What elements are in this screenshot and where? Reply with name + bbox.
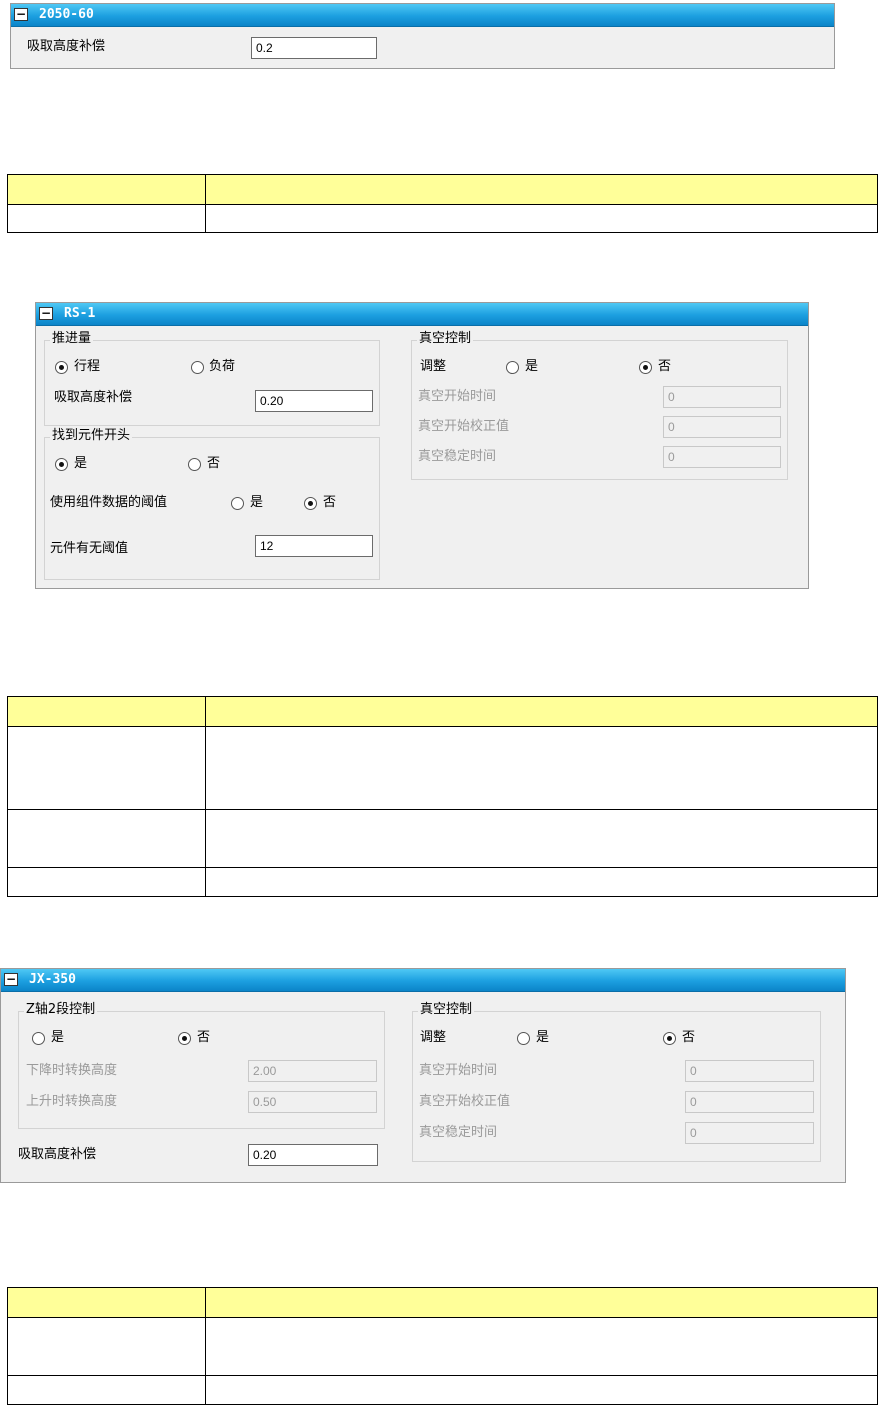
pickup-height-label: 吸取高度补偿 [18, 1147, 97, 1162]
table-cell [7, 174, 206, 205]
threshold-label: 使用组件数据的阈值 [50, 495, 168, 510]
radio-find-yes[interactable] [55, 458, 68, 471]
radio-threshold-yes[interactable] [231, 497, 244, 510]
table-cell [205, 204, 878, 233]
panel-2050-60: − 2050-60 吸取高度补偿 0.2 [10, 3, 835, 69]
vacuum-control-legend: 真空控制 [417, 331, 474, 347]
table-cell [7, 1287, 206, 1318]
collapse-icon[interactable]: − [4, 973, 18, 986]
find-head-legend: 找到元件开头 [50, 428, 133, 444]
radio-stroke[interactable] [55, 361, 68, 374]
vacuum-start-time-input: 0 [663, 386, 781, 408]
table-row [7, 204, 878, 233]
vacuum-stable-time-input: 0 [685, 1122, 814, 1144]
table-cell [205, 809, 878, 868]
radio-vacuum-no-label: 否 [658, 359, 672, 374]
vacuum-start-time-input: 0 [685, 1060, 814, 1082]
radio-z-yes-label: 是 [51, 1030, 65, 1045]
vacuum-start-time-label: 真空开始时间 [418, 389, 497, 404]
table-cell [7, 1375, 206, 1405]
radio-z-no[interactable] [178, 1032, 191, 1045]
presence-threshold-input[interactable]: 12 [255, 535, 373, 557]
radio-vacuum-yes[interactable] [517, 1032, 530, 1045]
table-cell [205, 726, 878, 810]
table-row [7, 726, 878, 810]
pickup-height-input[interactable]: 0.20 [248, 1144, 378, 1166]
radio-stroke-label: 行程 [74, 359, 101, 374]
vacuum-start-time-label: 真空开始时间 [419, 1063, 498, 1078]
radio-load[interactable] [191, 361, 204, 374]
doc-table-1 [7, 174, 878, 233]
panel-title-bar: − RS-1 [36, 303, 808, 326]
radio-vacuum-no[interactable] [639, 361, 652, 374]
table-cell [205, 867, 878, 897]
table-header-row [7, 696, 878, 727]
radio-threshold-no[interactable] [304, 497, 317, 510]
panel-title: JX-350 [29, 972, 76, 987]
panel-title: 2050-60 [39, 7, 94, 22]
table-row [7, 809, 878, 868]
doc-table-3 [7, 1287, 878, 1405]
z-axis-legend: Z轴2段控制 [24, 1002, 98, 1018]
vacuum-start-correction-label: 真空开始校正值 [418, 419, 510, 434]
doc-table-2 [7, 696, 878, 897]
table-cell [205, 1317, 878, 1376]
pickup-height-input[interactable]: 0.2 [251, 37, 377, 59]
push-amount-legend: 推进量 [50, 331, 94, 347]
radio-vacuum-yes-label: 是 [525, 359, 539, 374]
table-cell [7, 696, 206, 727]
table-header-row [7, 174, 878, 205]
panel-title: RS-1 [64, 306, 96, 321]
radio-threshold-yes-label: 是 [250, 495, 264, 510]
radio-z-no-label: 否 [197, 1030, 211, 1045]
table-cell [205, 174, 878, 205]
pickup-height-label: 吸取高度补偿 [27, 39, 106, 54]
collapse-icon[interactable]: − [14, 8, 28, 21]
vacuum-adjust-label: 调整 [420, 359, 447, 374]
table-header-row [7, 1287, 878, 1318]
vacuum-stable-time-label: 真空稳定时间 [419, 1125, 498, 1140]
vacuum-stable-time-label: 真空稳定时间 [418, 449, 497, 464]
down-height-input: 2.00 [248, 1060, 377, 1082]
up-height-input: 0.50 [248, 1091, 377, 1113]
table-cell [7, 867, 206, 897]
vacuum-start-correction-label: 真空开始校正值 [419, 1094, 511, 1109]
panel-title-bar: − JX-350 [1, 969, 845, 992]
pickup-height-label: 吸取高度补偿 [54, 390, 133, 405]
table-cell [7, 809, 206, 868]
table-cell [7, 726, 206, 810]
radio-vacuum-yes[interactable] [506, 361, 519, 374]
table-cell [205, 696, 878, 727]
radio-load-label: 负荷 [209, 359, 236, 374]
table-cell [205, 1287, 878, 1318]
table-row [7, 1375, 878, 1405]
table-row [7, 1317, 878, 1376]
panel-title-bar: − 2050-60 [11, 4, 834, 27]
table-row [7, 867, 878, 897]
presence-threshold-label: 元件有无阈值 [50, 541, 129, 556]
vacuum-adjust-label: 调整 [420, 1030, 447, 1045]
table-cell [7, 1317, 206, 1376]
radio-vacuum-no-label: 否 [682, 1030, 696, 1045]
radio-find-no[interactable] [188, 458, 201, 471]
vacuum-start-correction-input: 0 [663, 416, 781, 438]
push-amount-group [44, 340, 380, 426]
down-height-label: 下降时转换高度 [26, 1063, 118, 1078]
panel-jx-350: − JX-350 Z轴2段控制 是 否 下降时转换高度 2.00 上升时转换高度… [0, 968, 846, 1183]
radio-threshold-no-label: 否 [323, 495, 337, 510]
up-height-label: 上升时转换高度 [26, 1094, 118, 1109]
collapse-icon[interactable]: − [39, 307, 53, 320]
table-cell [205, 1375, 878, 1405]
radio-vacuum-no[interactable] [663, 1032, 676, 1045]
vacuum-control-legend: 真空控制 [418, 1002, 475, 1018]
table-cell [7, 204, 206, 233]
radio-vacuum-yes-label: 是 [536, 1030, 550, 1045]
radio-find-yes-label: 是 [74, 456, 88, 471]
vacuum-stable-time-input: 0 [663, 446, 781, 468]
radio-find-no-label: 否 [207, 456, 221, 471]
radio-z-yes[interactable] [32, 1032, 45, 1045]
pickup-height-input[interactable]: 0.20 [255, 390, 373, 412]
panel-rs-1: − RS-1 推进量 行程 负荷 吸取高度补偿 0.20 找到元件开头 是 否 … [35, 302, 809, 589]
vacuum-start-correction-input: 0 [685, 1091, 814, 1113]
